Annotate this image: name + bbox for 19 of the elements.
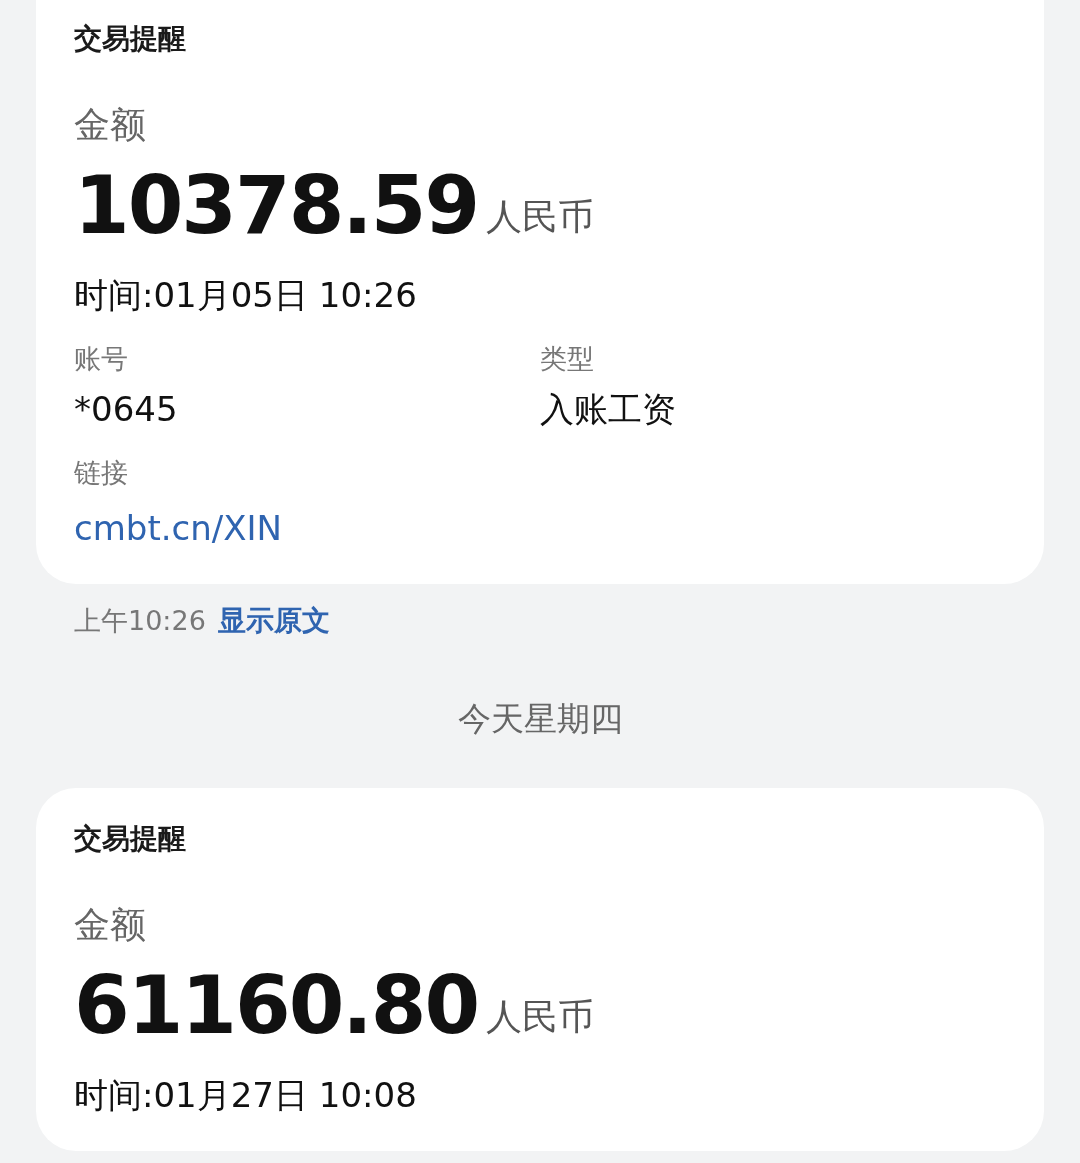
show-original-link[interactable]: 显示原文	[217, 600, 330, 642]
field-label: 账号	[74, 342, 129, 376]
date-divider: 今天星期四	[457, 698, 623, 740]
amount-label: 金额	[74, 902, 147, 947]
field-label: 链接	[74, 455, 129, 490]
field-value: 入账工资	[540, 387, 677, 431]
message-title: 交易提醒	[74, 21, 187, 57]
message-title: 交易提醒	[74, 820, 187, 857]
link[interactable]: cmbt.cn/XIN	[74, 503, 1006, 554]
amount-value: 10378.59	[74, 166, 479, 246]
message-time: 上午10:26	[74, 603, 206, 638]
transaction-time: 时间:01月27日 10:08	[74, 1073, 418, 1117]
amount-value: 61160.80	[74, 965, 479, 1046]
amount-label: 金额	[74, 103, 147, 147]
field-value: *0645	[74, 387, 179, 431]
currency-label: 人民币	[486, 195, 595, 239]
field-label: 类型	[540, 342, 595, 376]
transaction-time: 时间:01月05日 10:26	[74, 274, 418, 317]
currency-label: 人民币	[486, 994, 595, 1039]
